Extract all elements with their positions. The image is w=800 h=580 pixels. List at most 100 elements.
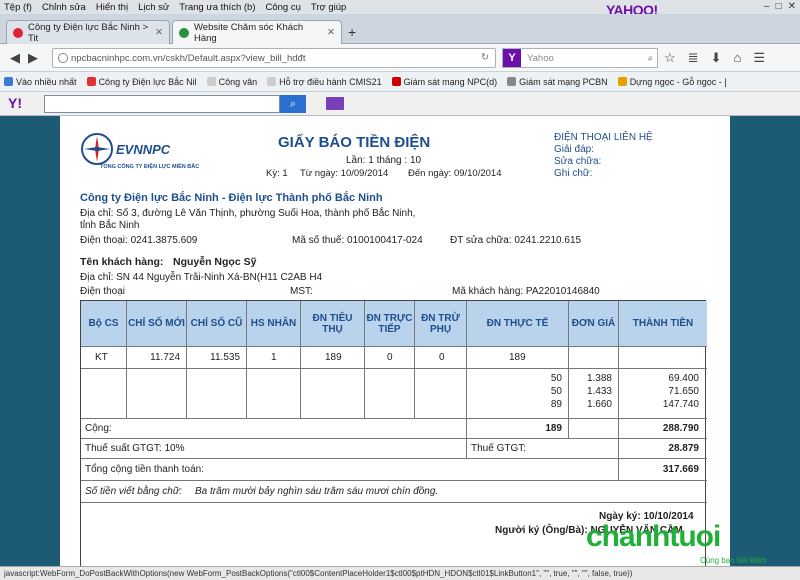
- maximize-icon[interactable]: □: [776, 1, 782, 12]
- customer-mst: MST:: [290, 286, 313, 297]
- menu-hamburger-icon[interactable]: ☰: [753, 50, 765, 66]
- close-tab-icon[interactable]: ✕: [327, 27, 335, 38]
- search-icon[interactable]: ⌕: [648, 53, 653, 64]
- watermark-logo: chanhtuoi: [586, 520, 721, 553]
- direct-kwh: 0: [387, 352, 393, 363]
- vat-rate: Thuế suất GTGT: 10%: [85, 443, 185, 454]
- amount-in-words: Ba trăm mười bảy nghìn sáu trăm sáu mươi…: [195, 486, 439, 497]
- tier-kwh-cell: 50 50 89: [467, 369, 569, 419]
- menu-edit[interactable]: Chỉnh sửa: [42, 2, 86, 13]
- bookmark-icon: [206, 77, 216, 86]
- vat-amount: 28.879: [668, 443, 699, 454]
- total-label: Cộng:: [85, 423, 112, 434]
- header-cell: CHỈ SỐ MỚI: [127, 301, 187, 347]
- table-cell: 317.669: [619, 459, 707, 481]
- mail-icon[interactable]: [326, 97, 344, 110]
- url-text: npcbacninhpc.com.vn/cskh/Default.aspx?vi…: [71, 52, 306, 64]
- download-icon[interactable]: ⬇: [711, 50, 722, 66]
- scrollbar[interactable]: [788, 116, 800, 566]
- bookmark-item[interactable]: Giám sát mạng NPC(d): [391, 77, 497, 87]
- new-tab-icon[interactable]: +: [348, 24, 356, 40]
- yahoo-search-input[interactable]: [44, 95, 280, 113]
- search-icon: ⌕: [289, 97, 297, 110]
- tier-amount: 147.740: [662, 399, 699, 410]
- table-cell: Thuế GTGT:: [467, 439, 619, 459]
- address-bar[interactable]: npcbacninhpc.com.vn/cskh/Default.aspx?vi…: [52, 48, 496, 68]
- home-icon[interactable]: ⌂: [733, 50, 741, 66]
- tab-company[interactable]: Công ty Điện lực Bắc Ninh > Tit ✕: [6, 20, 170, 44]
- header-cell: ĐN TRỪ PHỤ: [415, 301, 467, 347]
- bookmark-item[interactable]: Công ty Điện lực Bắc Nil: [86, 77, 197, 87]
- bookmarks-bar: Vào nhiều nhất Công ty Điện lực Bắc Nil …: [0, 72, 800, 92]
- yahoo-toolbar: Y! ⌕: [0, 92, 800, 116]
- reload-icon[interactable]: ↻: [481, 52, 489, 63]
- header-cell: HS NHÂN: [247, 301, 301, 347]
- table-cell: 0: [365, 347, 415, 369]
- tier-price: 1.660: [586, 399, 612, 410]
- tab-customer-care[interactable]: Website Chăm sóc Khách Hàng ✕: [172, 20, 342, 44]
- table-cell: Tổng cộng tiền thanh toán:: [81, 459, 619, 481]
- table-cell: 189: [301, 347, 365, 369]
- header-cell: ĐƠN GIÁ: [569, 301, 619, 347]
- bookmark-icon: [4, 77, 13, 86]
- tier-amount: 69.400: [668, 373, 699, 384]
- invoice-page: EVNNPC TỔNG CÔNG TY ĐIỆN LỰC MIỀN BẮC GI…: [60, 116, 730, 568]
- company-address: Địa chỉ: Số 3, đường Lê Văn Thịnh, phườn…: [80, 208, 416, 219]
- table-cell: 189: [467, 419, 569, 439]
- table-cell: 0: [415, 347, 467, 369]
- tier-amount-cell: 69.400 71.650 147.740: [619, 369, 707, 419]
- close-window-icon[interactable]: ✕: [788, 1, 796, 12]
- logo-name: EVNNPC: [116, 142, 171, 157]
- evn-logo-icon: [81, 133, 113, 165]
- forward-icon[interactable]: ▶: [24, 50, 42, 66]
- menu-history[interactable]: Lịch sử: [138, 2, 169, 13]
- table-cell: 1: [247, 347, 301, 369]
- search-box[interactable]: Y Yahoo ⌕: [502, 48, 658, 68]
- table-cell: [569, 347, 619, 369]
- vat-label: Thuế GTGT:: [471, 443, 527, 454]
- multiplier: 1: [271, 352, 277, 363]
- menu-file[interactable]: Tệp (f): [4, 2, 32, 13]
- bookmark-item[interactable]: Giám sát mạng PCBN: [507, 77, 608, 87]
- table-cell: Số tiền viết bằng chữ: Ba trăm mười bảy …: [81, 481, 707, 503]
- bookmark-item[interactable]: Dựng ngọc - Gỗ ngọc - |: [617, 77, 727, 87]
- table-cell: [247, 369, 301, 419]
- header-cell: THÀNH TIỀN: [619, 301, 707, 347]
- yahoo-search-icon: Y: [503, 49, 521, 67]
- bookmark-item[interactable]: Hỗ trợ điều hành CMIS21: [267, 77, 382, 87]
- table-cell: 11.535: [187, 347, 247, 369]
- contact-line: Ghi chữ:: [554, 168, 593, 179]
- favicon-icon: [13, 27, 23, 38]
- back-icon[interactable]: ◀: [6, 50, 24, 66]
- bookmark-item[interactable]: Công văn: [206, 77, 257, 87]
- tier-kwh: 89: [550, 399, 562, 410]
- header-cell: Bộ CS: [81, 301, 127, 347]
- bookmark-star-icon[interactable]: ☆: [664, 50, 676, 66]
- bookmarks-list-icon[interactable]: ≣: [688, 50, 699, 66]
- table-cell: [127, 369, 187, 419]
- header-cell: CHỈ SỐ CŨ: [187, 301, 247, 347]
- yahoo-search-button[interactable]: ⌕: [280, 95, 306, 113]
- contact-line: Giải đáp:: [554, 144, 595, 155]
- header-cell: ĐN TRỰC TIẾP: [365, 301, 415, 347]
- company-address-2: tỉnh Bắc Ninh: [80, 220, 140, 231]
- table-cell: 189: [467, 347, 569, 369]
- menu-help[interactable]: Trợ giúp: [311, 2, 346, 13]
- table-cell: 288.790: [619, 419, 707, 439]
- header-cell: ĐN THỰC TẾ: [467, 301, 569, 347]
- tab-label: Website Chăm sóc Khách Hàng: [194, 21, 304, 44]
- table-cell: 11.724: [127, 347, 187, 369]
- billing-cycle: Kỳ: 1: [266, 168, 288, 179]
- minimize-icon[interactable]: –: [764, 1, 770, 12]
- bookmark-icon: [267, 77, 277, 86]
- tier-price-cell: 1.388 1.433 1.660: [569, 369, 619, 419]
- actual-kwh: 189: [509, 352, 526, 363]
- repair-phone: ĐT sửa chữa: 0241.2210.615: [450, 235, 582, 246]
- bookmark-item[interactable]: Vào nhiều nhất: [4, 77, 77, 87]
- menu-view[interactable]: Hiển thị: [96, 2, 128, 13]
- menu-tools[interactable]: Công cụ: [265, 2, 300, 13]
- total-kwh: 189: [545, 423, 562, 434]
- close-tab-icon[interactable]: ✕: [155, 27, 163, 38]
- menu-bookmarks[interactable]: Trang ưa thích (b): [179, 2, 255, 13]
- tier-kwh: 50: [550, 373, 562, 384]
